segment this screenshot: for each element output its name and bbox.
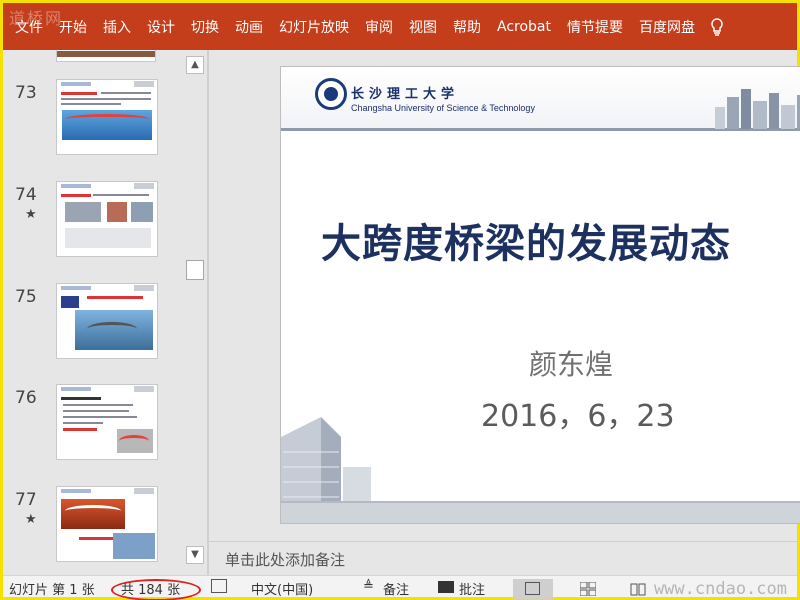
slide-thumbnail-partial[interactable] (56, 50, 156, 62)
slide-total-count: 共 184 张 (121, 583, 181, 598)
slide-number: 77 (15, 490, 37, 510)
slide-number: 73 (15, 83, 37, 103)
language-indicator[interactable]: 中文(中国) (251, 579, 313, 598)
tab-insert[interactable]: 插入 (95, 17, 139, 37)
university-logo (315, 78, 347, 110)
scroll-down-button[interactable]: ▼ (186, 546, 204, 564)
tab-acrobat[interactable]: Acrobat (489, 19, 559, 35)
normal-view-icon (525, 582, 540, 595)
watermark-logo: 道桥网 (9, 9, 64, 28)
tab-animations[interactable]: 动画 (227, 17, 271, 37)
notes-toggle-button[interactable]: 备注 (383, 579, 409, 598)
slide-number: 76 (15, 388, 37, 408)
skyline-graphic (715, 89, 800, 129)
thumbnail-row[interactable]: 73 (3, 79, 183, 163)
slide-thumbnail[interactable] (56, 384, 158, 460)
lightbulb-icon[interactable] (709, 17, 725, 36)
slide-sorter-icon (580, 582, 596, 596)
university-name-en: Changsha University of Science & Technol… (351, 103, 535, 113)
current-slide[interactable]: 长沙理工大学 Changsha University of Science & … (280, 66, 800, 524)
slide-sorter-button[interactable] (568, 579, 608, 599)
thumbnail-row[interactable]: 76 (3, 384, 183, 468)
tab-design[interactable]: 设计 (139, 17, 183, 37)
notes-pane[interactable]: 单击此处添加备注 (209, 541, 797, 575)
thumbnail-scrollbar[interactable]: ▲ ▼ (184, 50, 206, 575)
tab-baidu-netdisk[interactable]: 百度网盘 (631, 17, 703, 37)
notes-icon[interactable]: ≜ (363, 579, 374, 594)
tab-help[interactable]: 帮助 (445, 17, 489, 37)
slide-position-label: 幻灯片 第 1 张 (9, 583, 95, 598)
tab-transitions[interactable]: 切换 (183, 17, 227, 37)
status-bar: 幻灯片 第 1 张 共 184 张 中文(中国) ≜ 备注 批注 www.cnd… (3, 575, 797, 600)
comments-icon[interactable] (438, 581, 454, 593)
slide-editor: 长沙理工大学 Changsha University of Science & … (209, 50, 800, 541)
reading-view-icon (630, 583, 646, 596)
ribbon-tabs: 文件 开始 插入 设计 切换 动画 幻灯片放映 审阅 视图 帮助 Acrobat… (3, 3, 797, 50)
tab-storyboard[interactable]: 情节提要 (559, 17, 631, 37)
thumbnail-row[interactable]: 77 ★ (3, 486, 183, 570)
slide-thumbnail[interactable] (56, 283, 158, 359)
university-name-cn: 长沙理工大学 (351, 87, 460, 102)
reading-view-button[interactable] (618, 579, 658, 599)
slide-number: 74 (15, 185, 37, 205)
animation-star-icon: ★ (25, 512, 37, 527)
thumbnail-row[interactable]: 74 ★ (3, 181, 183, 265)
thumbnail-row[interactable]: 75 (3, 283, 183, 367)
slide-thumbnail-pane[interactable]: 73 74 ★ 75 76 77 ★ (3, 50, 208, 575)
slide-footer-band (281, 501, 800, 523)
slide-number: 75 (15, 287, 37, 307)
scroll-up-button[interactable]: ▲ (186, 56, 204, 74)
tab-review[interactable]: 审阅 (357, 17, 401, 37)
slide-thumbnail[interactable] (56, 181, 158, 257)
slide-title[interactable]: 大跨度桥梁的发展动态 (321, 211, 731, 269)
slide-thumbnail[interactable] (56, 486, 158, 562)
scrollbar-thumb[interactable] (186, 260, 204, 280)
tab-view[interactable]: 视图 (401, 17, 445, 37)
slide-date[interactable]: 2016，6，23 (481, 391, 675, 435)
accessibility-icon[interactable] (211, 579, 227, 593)
watermark-url: www.cndao.com (653, 579, 787, 599)
notes-placeholder[interactable]: 单击此处添加备注 (225, 549, 345, 570)
slide-header-band: 长沙理工大学 Changsha University of Science & … (281, 67, 800, 131)
slide-author[interactable]: 颜东煌 (529, 343, 613, 383)
animation-star-icon: ★ (25, 207, 37, 222)
comments-toggle-button[interactable]: 批注 (459, 579, 485, 598)
normal-view-button[interactable] (513, 579, 553, 599)
slide-thumbnail[interactable] (56, 79, 158, 155)
tab-slideshow[interactable]: 幻灯片放映 (271, 17, 357, 37)
